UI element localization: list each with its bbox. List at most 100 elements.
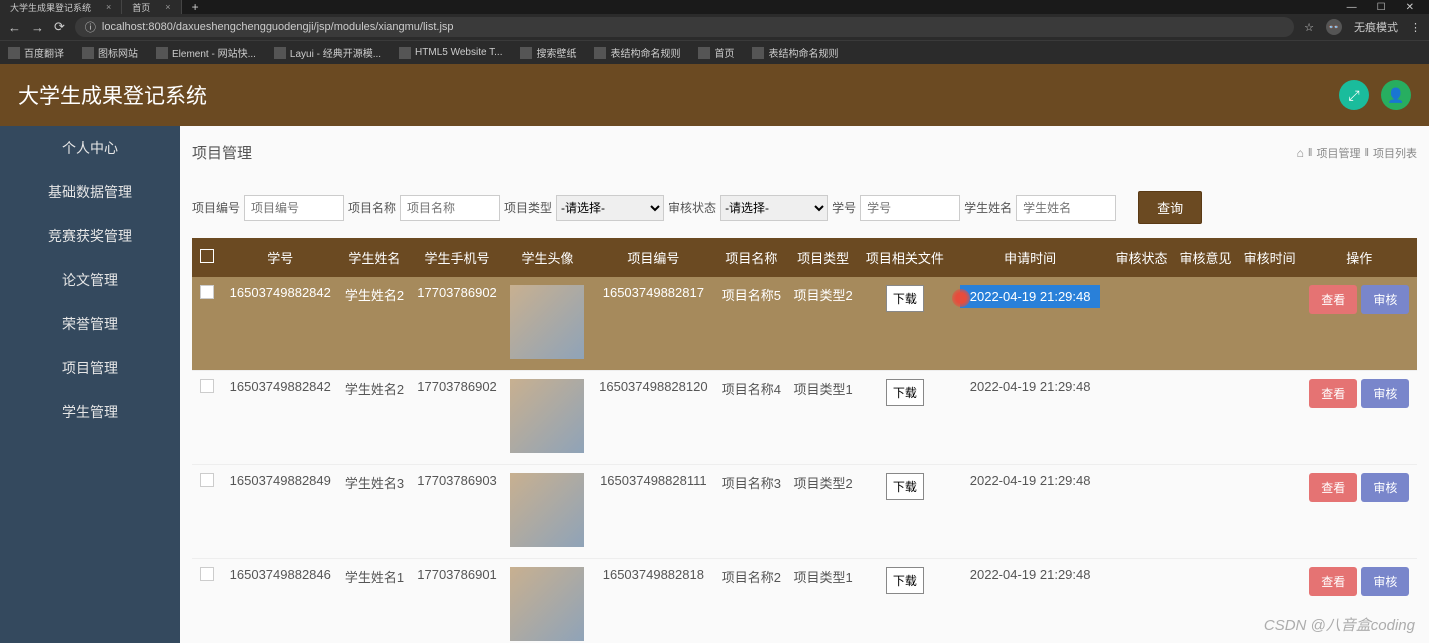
info-icon: ⓘ — [85, 19, 96, 35]
audit-button[interactable]: 审核 — [1361, 473, 1409, 502]
app-title: 大学生成果登记系统 — [18, 80, 207, 110]
view-button[interactable]: 查看 — [1309, 285, 1357, 314]
input-proj-name[interactable] — [400, 195, 500, 221]
cell-apply-time: 2022-04-19 21:29:48 — [951, 277, 1110, 371]
bookmark-item[interactable]: Element - 网站快... — [156, 45, 256, 60]
input-stu-no[interactable] — [860, 195, 960, 221]
sidebar-item-students[interactable]: 学生管理 — [0, 390, 180, 434]
cell-stu-no: 16503749882849 — [222, 465, 339, 559]
sidebar-item-projects[interactable]: 项目管理 — [0, 346, 180, 390]
sidebar-item-personal[interactable]: 个人中心 — [0, 126, 180, 170]
select-audit-status[interactable]: -请选择- — [720, 195, 828, 221]
fullscreen-icon[interactable]: ⤢ — [1339, 80, 1369, 110]
bookmarks-bar: 百度翻译 图标网站 Element - 网站快... Layui - 经典开源模… — [0, 40, 1429, 64]
cell-apply-time: 2022-04-19 21:29:48 — [951, 559, 1110, 643]
audit-button[interactable]: 审核 — [1361, 285, 1409, 314]
bookmark-item[interactable]: Layui - 经典开源模... — [274, 45, 381, 60]
bookmark-icon — [520, 47, 532, 59]
crumb-item[interactable]: 项目管理 — [1316, 145, 1360, 161]
label-proj-type: 项目类型 — [504, 199, 552, 216]
cell-audit-time — [1238, 559, 1302, 643]
cell-stu-phone: 17703786902 — [410, 371, 503, 465]
sidebar-item-honors[interactable]: 荣誉管理 — [0, 302, 180, 346]
url-input[interactable]: ⓘ localhost:8080/daxueshengchengguodengj… — [75, 17, 1294, 37]
reload-icon[interactable]: ⟳ — [54, 19, 65, 35]
browser-tab[interactable]: 首页× — [122, 0, 181, 14]
bookmark-item[interactable]: 首页 — [698, 45, 734, 60]
close-icon[interactable]: × — [106, 2, 111, 12]
cell-stu-phone: 17703786902 — [410, 277, 503, 371]
incognito-label: 无痕模式 — [1354, 19, 1398, 35]
cell-audit-status — [1109, 465, 1173, 559]
new-tab-button[interactable]: + — [182, 0, 209, 14]
cell-proj-type: 项目类型2 — [787, 277, 859, 371]
checkbox-row[interactable] — [200, 473, 214, 487]
home-icon[interactable]: ⌂ — [1297, 146, 1304, 160]
cell-stu-name: 学生姓名2 — [339, 277, 411, 371]
browser-tab[interactable]: 大学生成果登记系统× — [0, 0, 122, 14]
cell-stu-phone: 17703786903 — [410, 465, 503, 559]
view-button[interactable]: 查看 — [1309, 379, 1357, 408]
avatar — [510, 379, 584, 453]
label-stu-no: 学号 — [832, 199, 856, 216]
download-button[interactable]: 下载 — [886, 285, 924, 312]
close-icon[interactable]: × — [165, 2, 170, 12]
select-proj-type[interactable]: -请选择- — [556, 195, 664, 221]
table-row[interactable]: 16503749882846 学生姓名1 17703786901 1650374… — [192, 559, 1417, 643]
forward-icon[interactable]: → — [31, 20, 44, 35]
menu-icon[interactable]: ⋮ — [1410, 21, 1421, 34]
bookmark-icon — [156, 47, 168, 59]
view-button[interactable]: 查看 — [1309, 473, 1357, 502]
cell-proj-type: 项目类型1 — [787, 559, 859, 643]
col-proj-file: 项目相关文件 — [859, 238, 951, 277]
col-proj-name: 项目名称 — [715, 238, 787, 277]
col-apply-time: 申请时间 — [951, 238, 1110, 277]
sidebar-item-awards[interactable]: 竞赛获奖管理 — [0, 214, 180, 258]
cell-proj-name: 项目名称3 — [715, 465, 787, 559]
download-button[interactable]: 下载 — [886, 379, 924, 406]
table-row[interactable]: 16503749882842 学生姓名2 17703786902 1650374… — [192, 277, 1417, 371]
checkbox-row[interactable] — [200, 285, 214, 299]
col-ops: 操作 — [1302, 238, 1417, 277]
cell-stu-no: 16503749882842 — [222, 371, 339, 465]
bookmark-item[interactable]: 表结构命名规则 — [752, 45, 838, 60]
input-stu-name[interactable] — [1016, 195, 1116, 221]
sidebar-item-papers[interactable]: 论文管理 — [0, 258, 180, 302]
maximize-icon[interactable]: ☐ — [1377, 2, 1386, 13]
user-icon[interactable]: 👤 — [1381, 80, 1411, 110]
col-proj-no: 项目编号 — [591, 238, 715, 277]
audit-button[interactable]: 审核 — [1361, 379, 1409, 408]
table-row[interactable]: 16503749882849 学生姓名3 17703786903 1650374… — [192, 465, 1417, 559]
incognito-icon[interactable]: 👓 — [1326, 19, 1342, 35]
col-audit-status: 审核状态 — [1109, 238, 1173, 277]
col-stu-avatar: 学生头像 — [504, 238, 592, 277]
bookmark-icon — [8, 47, 20, 59]
download-button[interactable]: 下载 — [886, 473, 924, 500]
bookmark-item[interactable]: 表结构命名规则 — [594, 45, 680, 60]
view-button[interactable]: 查看 — [1309, 567, 1357, 596]
checkbox-row[interactable] — [200, 567, 214, 581]
checkbox-all[interactable] — [200, 249, 214, 263]
query-button[interactable]: 查询 — [1138, 191, 1202, 224]
star-icon[interactable]: ☆ — [1304, 21, 1314, 34]
back-icon[interactable]: ← — [8, 20, 21, 35]
cell-proj-name: 项目名称2 — [715, 559, 787, 643]
sidebar-item-basic-data[interactable]: 基础数据管理 — [0, 170, 180, 214]
table-row[interactable]: 16503749882842 学生姓名2 17703786902 1650374… — [192, 371, 1417, 465]
bookmark-item[interactable]: 搜索壁纸 — [520, 45, 576, 60]
input-proj-no[interactable] — [244, 195, 344, 221]
close-window-icon[interactable]: ✕ — [1406, 2, 1414, 13]
bookmark-item[interactable]: HTML5 Website T... — [399, 47, 502, 59]
bookmark-icon — [274, 47, 286, 59]
cell-apply-time: 2022-04-19 21:29:48 — [951, 371, 1110, 465]
minimize-icon[interactable]: — — [1347, 2, 1357, 13]
checkbox-row[interactable] — [200, 379, 214, 393]
cell-audit-status — [1109, 277, 1173, 371]
audit-button[interactable]: 审核 — [1361, 567, 1409, 596]
address-bar: ← → ⟳ ⓘ localhost:8080/daxueshengchenggu… — [0, 14, 1429, 40]
download-button[interactable]: 下载 — [886, 567, 924, 594]
cell-proj-no: 16503749882818 — [591, 559, 715, 643]
cell-audit-opinion — [1174, 465, 1238, 559]
bookmark-item[interactable]: 百度翻译 — [8, 45, 64, 60]
bookmark-item[interactable]: 图标网站 — [82, 45, 138, 60]
